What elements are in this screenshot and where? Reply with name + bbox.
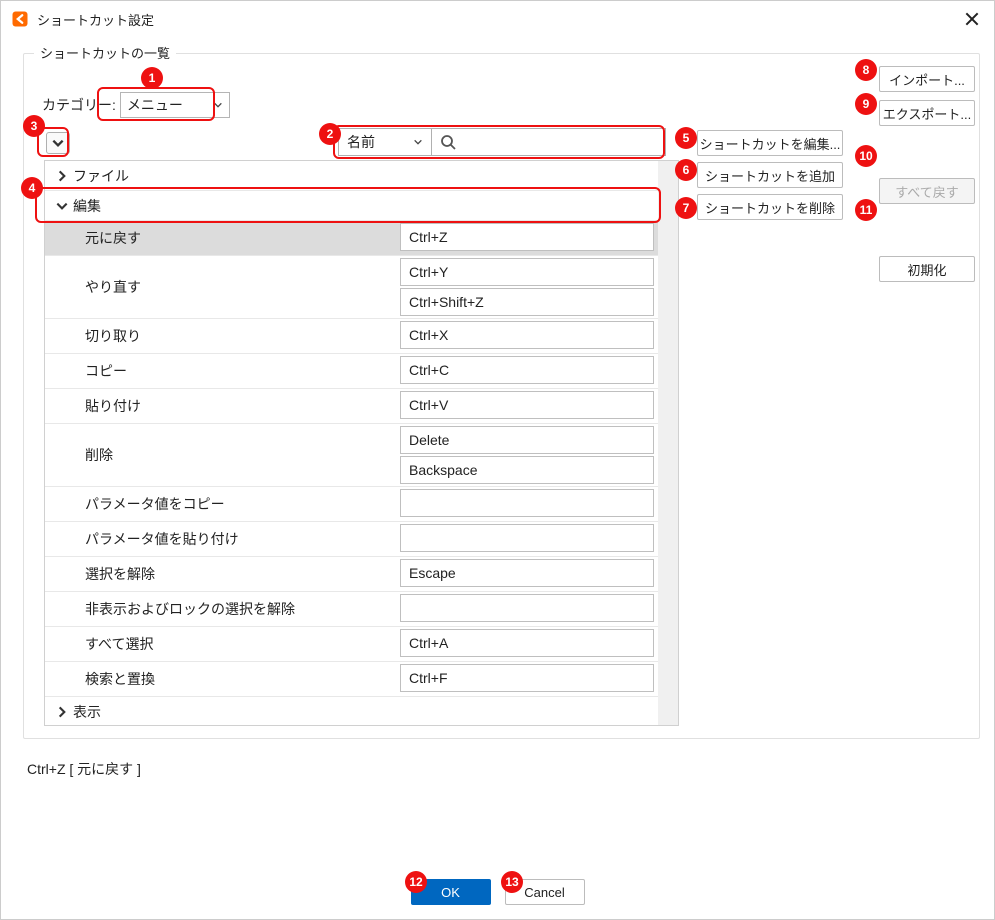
category-label: カテゴリー: xyxy=(42,95,116,115)
shortcut-field[interactable]: Escape xyxy=(400,559,654,587)
shortcut-field[interactable] xyxy=(400,524,654,552)
item-name: パラメータ値をコピー xyxy=(45,487,400,521)
shortcut-field[interactable] xyxy=(400,594,654,622)
chevron-right-icon xyxy=(55,705,69,719)
edit-shortcut-button[interactable]: ショートカットを編集... xyxy=(697,130,843,156)
shortcut-list-fieldset: ショートカットの一覧 カテゴリー: メニュー 名前 xyxy=(23,53,980,739)
item-name: コピー xyxy=(45,354,400,388)
item-row[interactable]: パラメータ値をコピー xyxy=(45,487,678,522)
shortcut-field[interactable]: Backspace xyxy=(400,456,654,484)
chevron-right-icon xyxy=(55,169,69,183)
shortcut-field[interactable]: Ctrl+Z xyxy=(400,223,654,251)
item-name: 選択を解除 xyxy=(45,557,400,591)
chevron-down-icon xyxy=(413,137,423,147)
group-row-view[interactable]: 表示 xyxy=(45,697,678,725)
group-row-file[interactable]: ファイル xyxy=(45,161,678,191)
group-row-edit[interactable]: 編集 xyxy=(45,191,678,221)
shortcut-field[interactable]: Ctrl+A xyxy=(400,629,654,657)
shortcut-field[interactable]: Ctrl+Y xyxy=(400,258,654,286)
item-name: 貼り付け xyxy=(45,389,400,423)
search-icon xyxy=(440,134,456,150)
delete-shortcut-button[interactable]: ショートカットを削除 xyxy=(697,194,843,220)
chevron-down-icon xyxy=(51,136,65,150)
scrollbar[interactable] xyxy=(658,161,678,725)
chevron-down-icon xyxy=(55,199,69,213)
item-name: 切り取り xyxy=(45,319,400,353)
search-mode-value: 名前 xyxy=(347,132,375,152)
reset-button[interactable]: 初期化 xyxy=(879,256,975,282)
shortcut-field[interactable]: Ctrl+V xyxy=(400,391,654,419)
shortcut-tree: ファイル編集元に戻すCtrl+Zやり直すCtrl+YCtrl+Shift+Z切り… xyxy=(44,160,679,726)
search-mode-select[interactable]: 名前 xyxy=(338,128,432,156)
item-name: パラメータ値を貼り付け xyxy=(45,522,400,556)
ok-button[interactable]: OK xyxy=(411,879,491,905)
collapse-all-button[interactable] xyxy=(46,132,70,154)
group-label: 表示 xyxy=(73,702,101,722)
item-row[interactable]: やり直すCtrl+YCtrl+Shift+Z xyxy=(45,256,678,319)
shortcut-field[interactable]: Ctrl+F xyxy=(400,664,654,692)
item-row[interactable]: すべて選択Ctrl+A xyxy=(45,627,678,662)
item-row[interactable]: 元に戻すCtrl+Z xyxy=(45,221,678,256)
shortcut-field[interactable]: Ctrl+Shift+Z xyxy=(400,288,654,316)
close-icon[interactable] xyxy=(962,9,982,29)
group-label: 編集 xyxy=(73,196,101,216)
category-select[interactable]: メニュー xyxy=(120,92,230,118)
shortcut-field[interactable]: Ctrl+X xyxy=(400,321,654,349)
item-name: やり直す xyxy=(45,256,400,318)
item-name: 元に戻す xyxy=(45,221,400,255)
cancel-button[interactable]: Cancel xyxy=(505,879,585,905)
search-input[interactable] xyxy=(456,133,657,151)
status-line: Ctrl+Z [ 元に戻す ] xyxy=(27,759,141,779)
app-icon xyxy=(11,10,29,28)
item-name: 削除 xyxy=(45,424,400,486)
chevron-down-icon xyxy=(213,100,223,110)
fieldset-legend: ショートカットの一覧 xyxy=(34,43,176,62)
window-title: ショートカット設定 xyxy=(37,10,154,29)
import-button[interactable]: インポート... xyxy=(879,66,975,92)
item-row[interactable]: 検索と置換Ctrl+F xyxy=(45,662,678,697)
revert-all-button: すべて戻す xyxy=(879,178,975,204)
export-button[interactable]: エクスポート... xyxy=(879,100,975,126)
shortcut-field[interactable]: Delete xyxy=(400,426,654,454)
item-row[interactable]: パラメータ値を貼り付け xyxy=(45,522,678,557)
item-name: 検索と置換 xyxy=(45,662,400,696)
item-name: すべて選択 xyxy=(45,627,400,661)
item-row[interactable]: 貼り付けCtrl+V xyxy=(45,389,678,424)
item-name: 非表示およびロックの選択を解除 xyxy=(45,592,400,626)
group-label: ファイル xyxy=(73,166,129,186)
item-row[interactable]: 削除DeleteBackspace xyxy=(45,424,678,487)
item-row[interactable]: コピーCtrl+C xyxy=(45,354,678,389)
item-row[interactable]: 選択を解除Escape xyxy=(45,557,678,592)
shortcut-field[interactable]: Ctrl+C xyxy=(400,356,654,384)
item-row[interactable]: 非表示およびロックの選択を解除 xyxy=(45,592,678,627)
shortcut-field[interactable] xyxy=(400,489,654,517)
category-value: メニュー xyxy=(127,95,183,115)
item-row[interactable]: 切り取りCtrl+X xyxy=(45,319,678,354)
add-shortcut-button[interactable]: ショートカットを追加 xyxy=(697,162,843,188)
